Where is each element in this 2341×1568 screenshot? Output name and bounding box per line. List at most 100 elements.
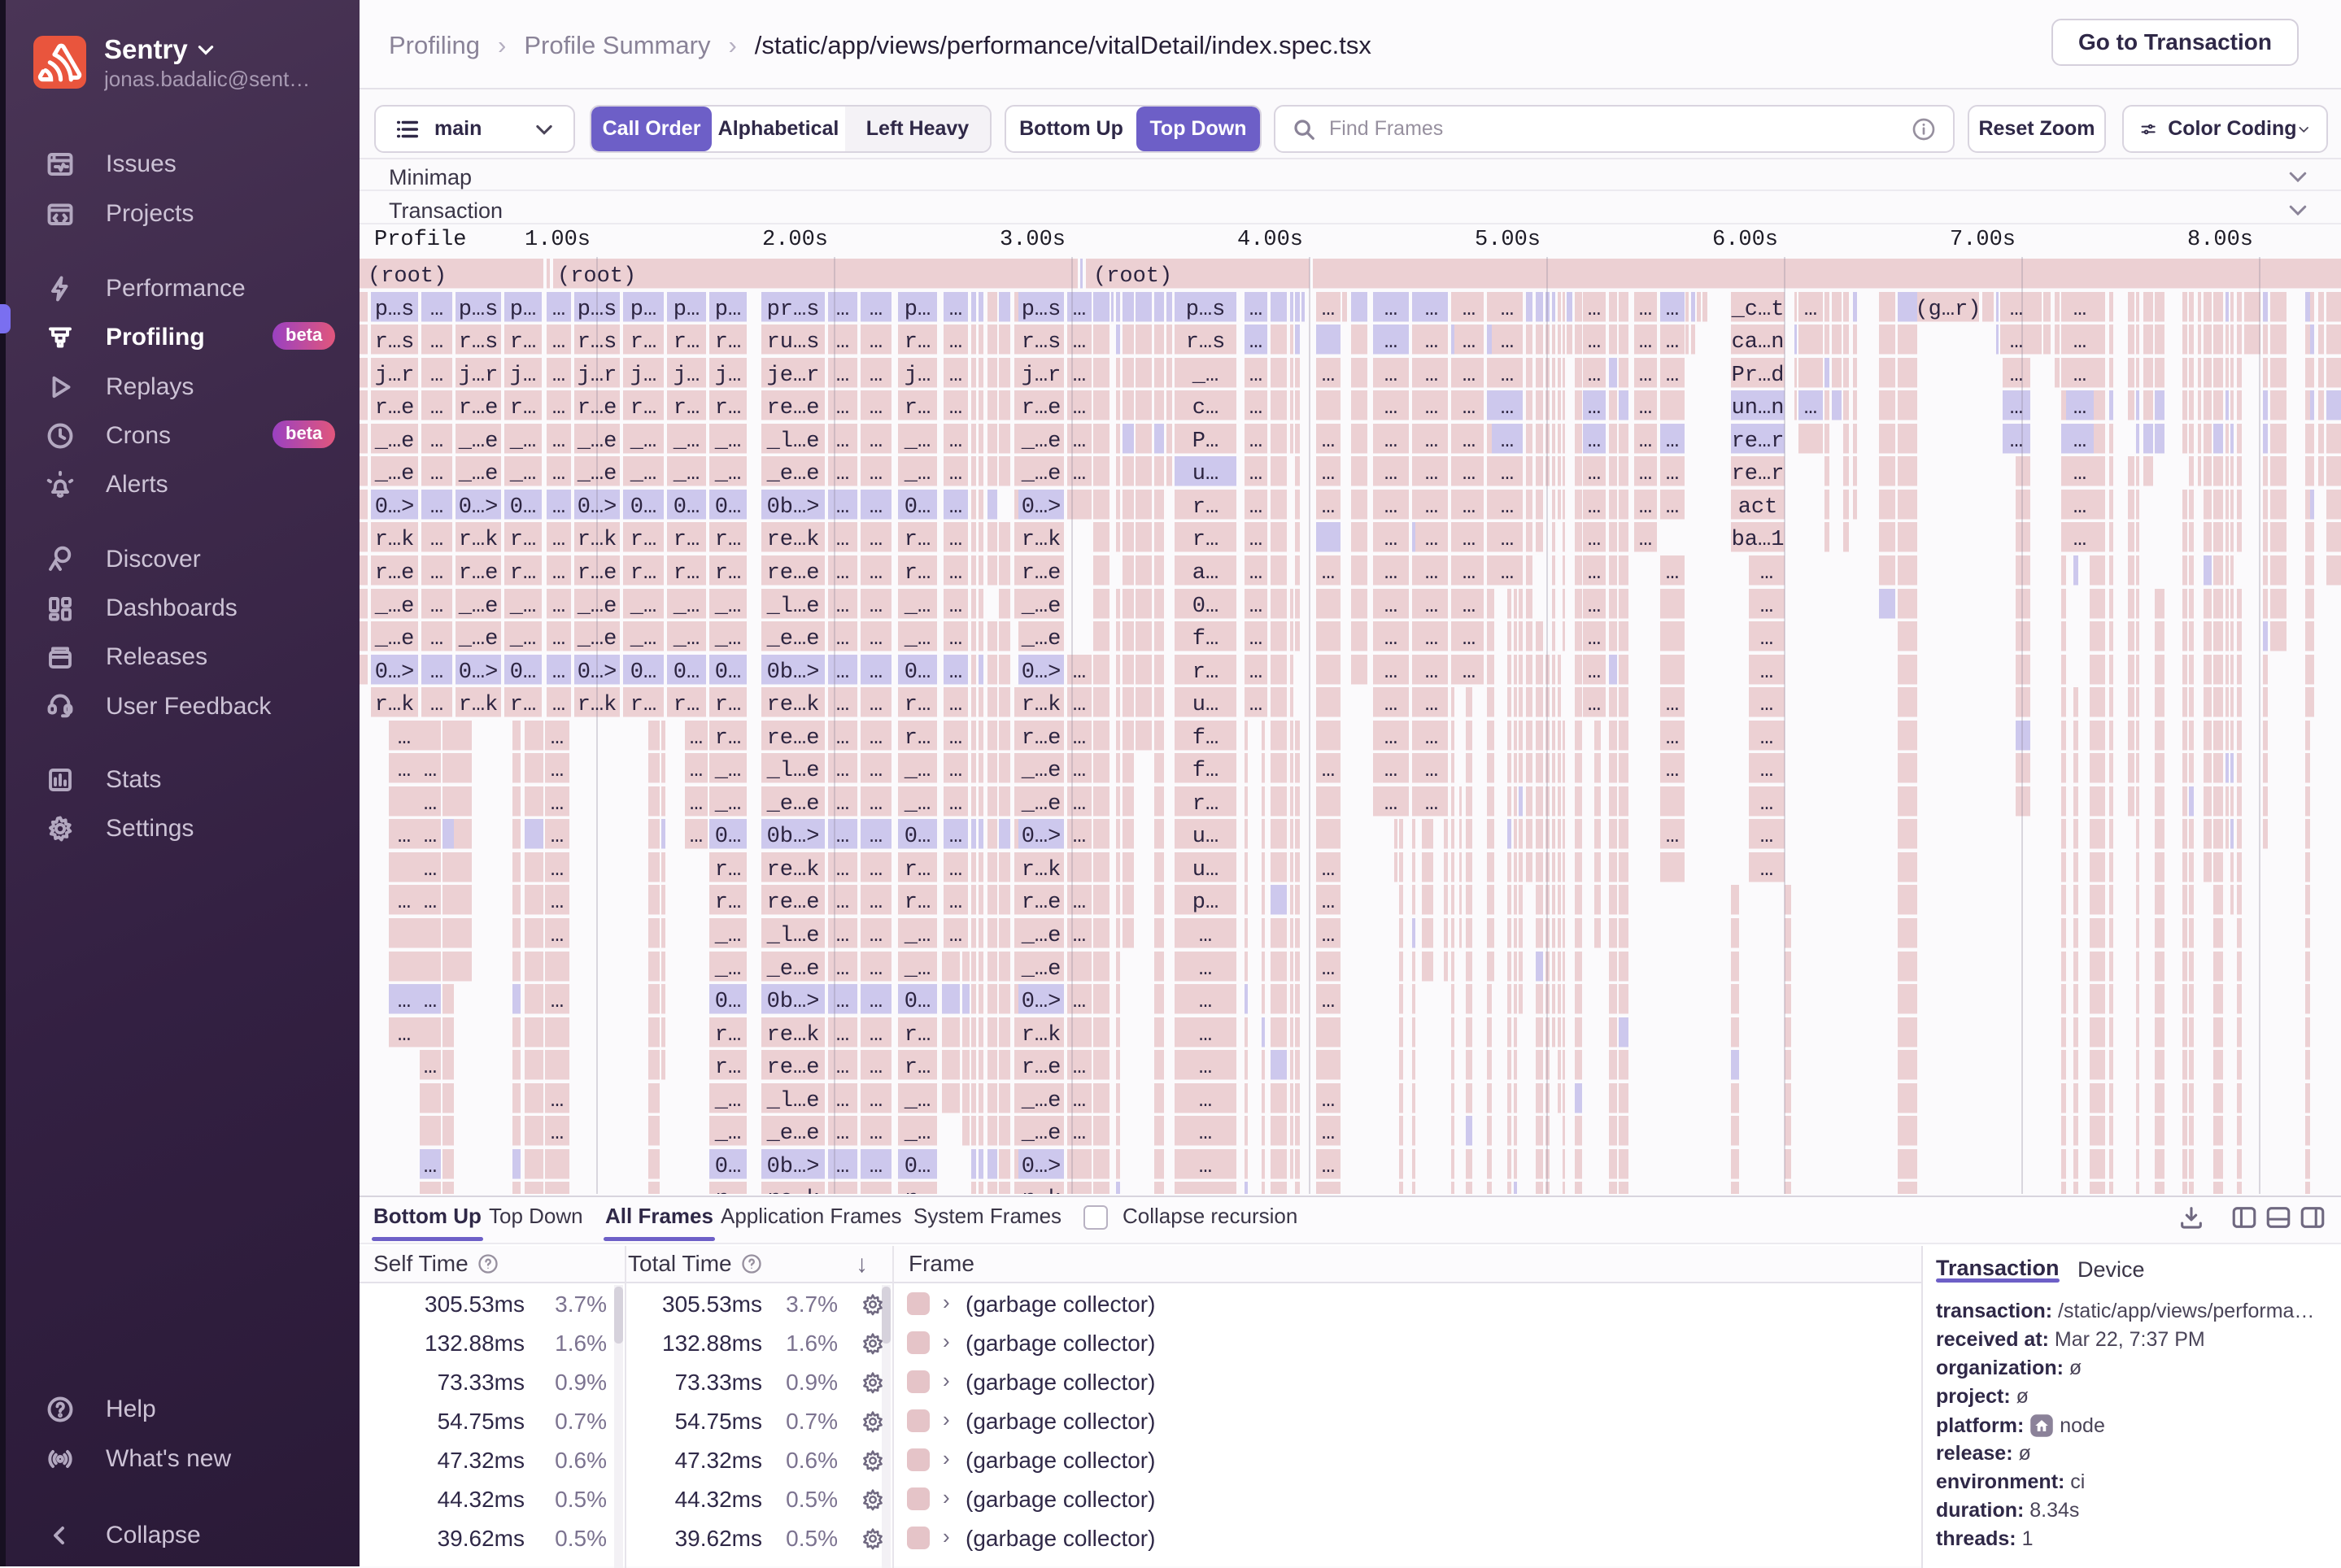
svg-text:…: …	[1501, 561, 1514, 586]
svg-text:…: …	[949, 495, 962, 520]
svg-text:…: …	[1249, 298, 1262, 322]
svg-text:_e…e: _e…e	[766, 462, 820, 486]
svg-text:…: …	[836, 891, 849, 915]
svg-text:…: …	[836, 924, 849, 948]
svg-text:…: …	[552, 429, 565, 454]
svg-text:…: …	[551, 1187, 564, 1194]
svg-text:…: …	[836, 561, 849, 586]
svg-text:…: …	[551, 726, 564, 751]
svg-text:…: …	[1804, 396, 1817, 420]
svg-text:_…e: _…e	[458, 462, 499, 486]
svg-text:…: …	[1384, 561, 1397, 586]
svg-text:0…: 0…	[715, 990, 741, 1014]
svg-text:_…e: _…e	[1021, 1089, 1062, 1113]
svg-text:_…: _…	[904, 759, 931, 783]
svg-text:…: …	[949, 364, 962, 388]
svg-text:r…: r…	[674, 528, 700, 552]
svg-text:…: …	[870, 462, 883, 486]
svg-text:0…>: 0…>	[1022, 660, 1062, 685]
svg-text:…: …	[2073, 495, 2086, 520]
svg-text:…: …	[1384, 726, 1397, 751]
svg-text:p…s: p…s	[1022, 298, 1062, 322]
svg-text:…: …	[1384, 495, 1397, 520]
svg-text:…: …	[1249, 495, 1262, 520]
svg-text:…: …	[949, 825, 962, 849]
svg-text:…: …	[551, 858, 564, 882]
svg-text:r…k: r…k	[1022, 858, 1062, 882]
svg-text:r…k: r…k	[1022, 1023, 1062, 1048]
svg-text:…: …	[1384, 364, 1397, 388]
svg-text:r…: r…	[630, 528, 656, 552]
svg-text:f…: f…	[1192, 627, 1218, 651]
svg-text:…: …	[1760, 627, 1773, 651]
svg-text:…: …	[1073, 660, 1086, 685]
svg-text:…: …	[1639, 495, 1652, 520]
svg-text:_…e: _…e	[1021, 792, 1062, 817]
svg-text:r…: r…	[905, 561, 931, 586]
svg-text:…: …	[870, 396, 883, 420]
svg-text:…: …	[949, 891, 962, 915]
svg-text:…: …	[870, 891, 883, 915]
svg-text:r…: r…	[715, 726, 741, 751]
svg-text:0…>: 0…>	[1022, 825, 1062, 849]
svg-text:re…k: re…k	[767, 858, 820, 882]
svg-text:j…: j…	[715, 364, 741, 388]
svg-text:_…e: _…e	[1021, 1122, 1062, 1146]
svg-text:…: …	[870, 693, 883, 717]
svg-text:…: …	[1666, 330, 1679, 355]
svg-text:…: …	[430, 462, 443, 486]
svg-text:…: …	[1425, 528, 1438, 552]
svg-text:…: …	[1666, 429, 1679, 454]
svg-text:ba…1: ba…1	[1732, 528, 1785, 552]
svg-text:…: …	[398, 759, 411, 783]
svg-text:…: …	[1249, 462, 1262, 486]
svg-text:…: …	[1463, 595, 1476, 619]
svg-text:…: …	[1199, 1056, 1212, 1080]
svg-text:…: …	[430, 561, 443, 586]
svg-text:…: …	[1073, 396, 1086, 420]
svg-text:…: …	[2073, 528, 2086, 552]
svg-text:(root): (root)	[557, 264, 636, 289]
svg-text:_l…e: _l…e	[766, 759, 820, 783]
svg-text:…: …	[1463, 330, 1476, 355]
svg-text:0…>: 0…>	[1022, 990, 1062, 1014]
svg-text:r…: r…	[905, 858, 931, 882]
svg-text:…: …	[836, 364, 849, 388]
svg-text:r…: r…	[1192, 660, 1218, 685]
svg-text:_…: _…	[673, 462, 700, 486]
svg-text:…: …	[1199, 1089, 1212, 1113]
svg-text:…: …	[836, 1089, 849, 1113]
svg-text:…: …	[1249, 330, 1262, 355]
svg-text:…: …	[1322, 429, 1335, 454]
svg-text:_…e: _…e	[1021, 759, 1062, 783]
svg-text:…: …	[949, 330, 962, 355]
svg-text:…: …	[1322, 858, 1335, 882]
svg-text:…: …	[1588, 595, 1601, 619]
svg-text:0b…>: 0b…>	[767, 495, 820, 520]
svg-text:…: …	[1384, 462, 1397, 486]
svg-text:r…: r…	[715, 330, 741, 355]
svg-text:f…: f…	[1192, 759, 1218, 783]
svg-text:…: …	[424, 1056, 437, 1080]
svg-text:…: …	[1199, 1155, 1212, 1179]
svg-text:…: …	[1073, 462, 1086, 486]
svg-text:…: …	[1666, 364, 1679, 388]
svg-text:…: …	[1073, 990, 1086, 1014]
svg-text:…: …	[1322, 561, 1335, 586]
svg-text:_…: _…	[673, 627, 700, 651]
svg-text:…: …	[949, 693, 962, 717]
svg-text:_…: _…	[673, 595, 700, 619]
svg-text:r…: r…	[715, 693, 741, 717]
svg-text:r…e: r…e	[578, 561, 617, 586]
svg-text:…: …	[551, 1122, 564, 1146]
svg-text:r…: r…	[510, 561, 536, 586]
svg-text:0…: 0…	[715, 1155, 741, 1179]
svg-text:…: …	[424, 858, 437, 882]
svg-text:…: …	[836, 429, 849, 454]
svg-text:…: …	[424, 990, 437, 1014]
svg-text:r…e: r…e	[1022, 891, 1062, 915]
svg-text:a…: a…	[1192, 561, 1218, 586]
svg-text:r…k: r…k	[578, 528, 617, 552]
svg-text:…: …	[1425, 429, 1438, 454]
svg-text:_…: _…	[714, 595, 741, 619]
